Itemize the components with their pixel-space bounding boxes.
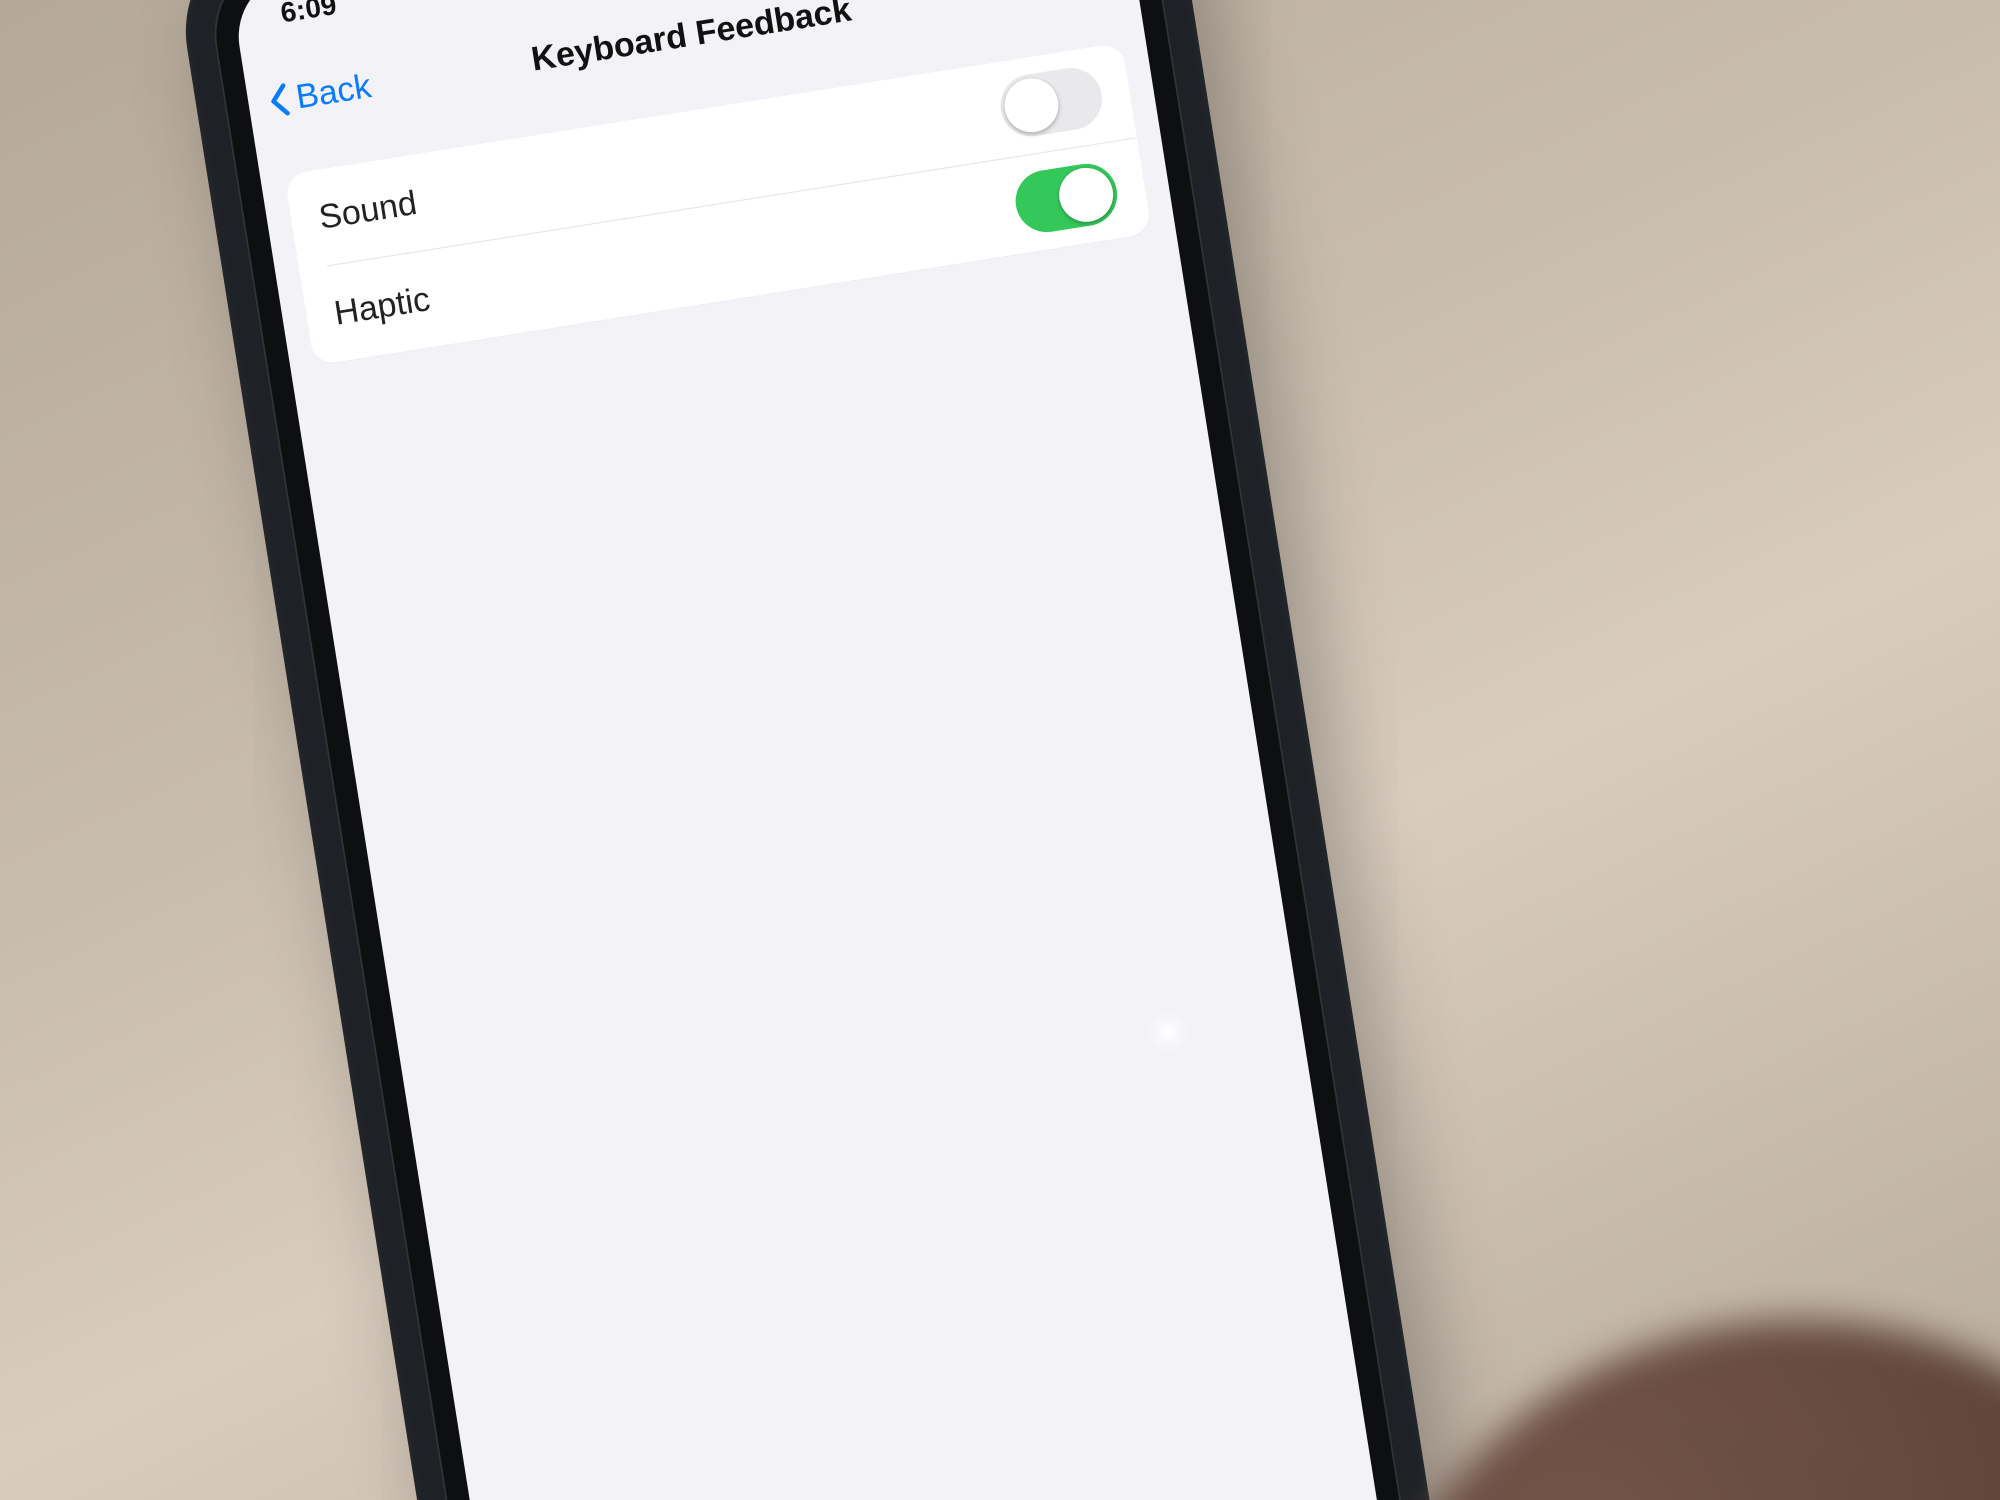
phone: 6:09 [170, 0, 1455, 1500]
toggle-haptic[interactable] [1011, 159, 1121, 236]
status-time: 6:09 [278, 0, 338, 29]
row-label: Haptic [331, 280, 432, 334]
toggle-sound[interactable] [996, 64, 1106, 141]
phone-case: 6:09 [170, 0, 1455, 1500]
row-label: Sound [316, 183, 419, 237]
back-button[interactable]: Back [264, 67, 374, 122]
phone-screen: 6:09 [229, 0, 1395, 1500]
back-label: Back [293, 67, 374, 117]
chevron-left-icon [264, 80, 296, 122]
photo-background: 6:09 [0, 0, 2000, 1500]
phone-bezel: 6:09 [202, 0, 1423, 1500]
screen-content: Back Keyboard Feedback Sound Hap [241, 0, 1395, 1500]
page-title: Keyboard Feedback [529, 0, 854, 80]
hand [1350, 1320, 2000, 1500]
